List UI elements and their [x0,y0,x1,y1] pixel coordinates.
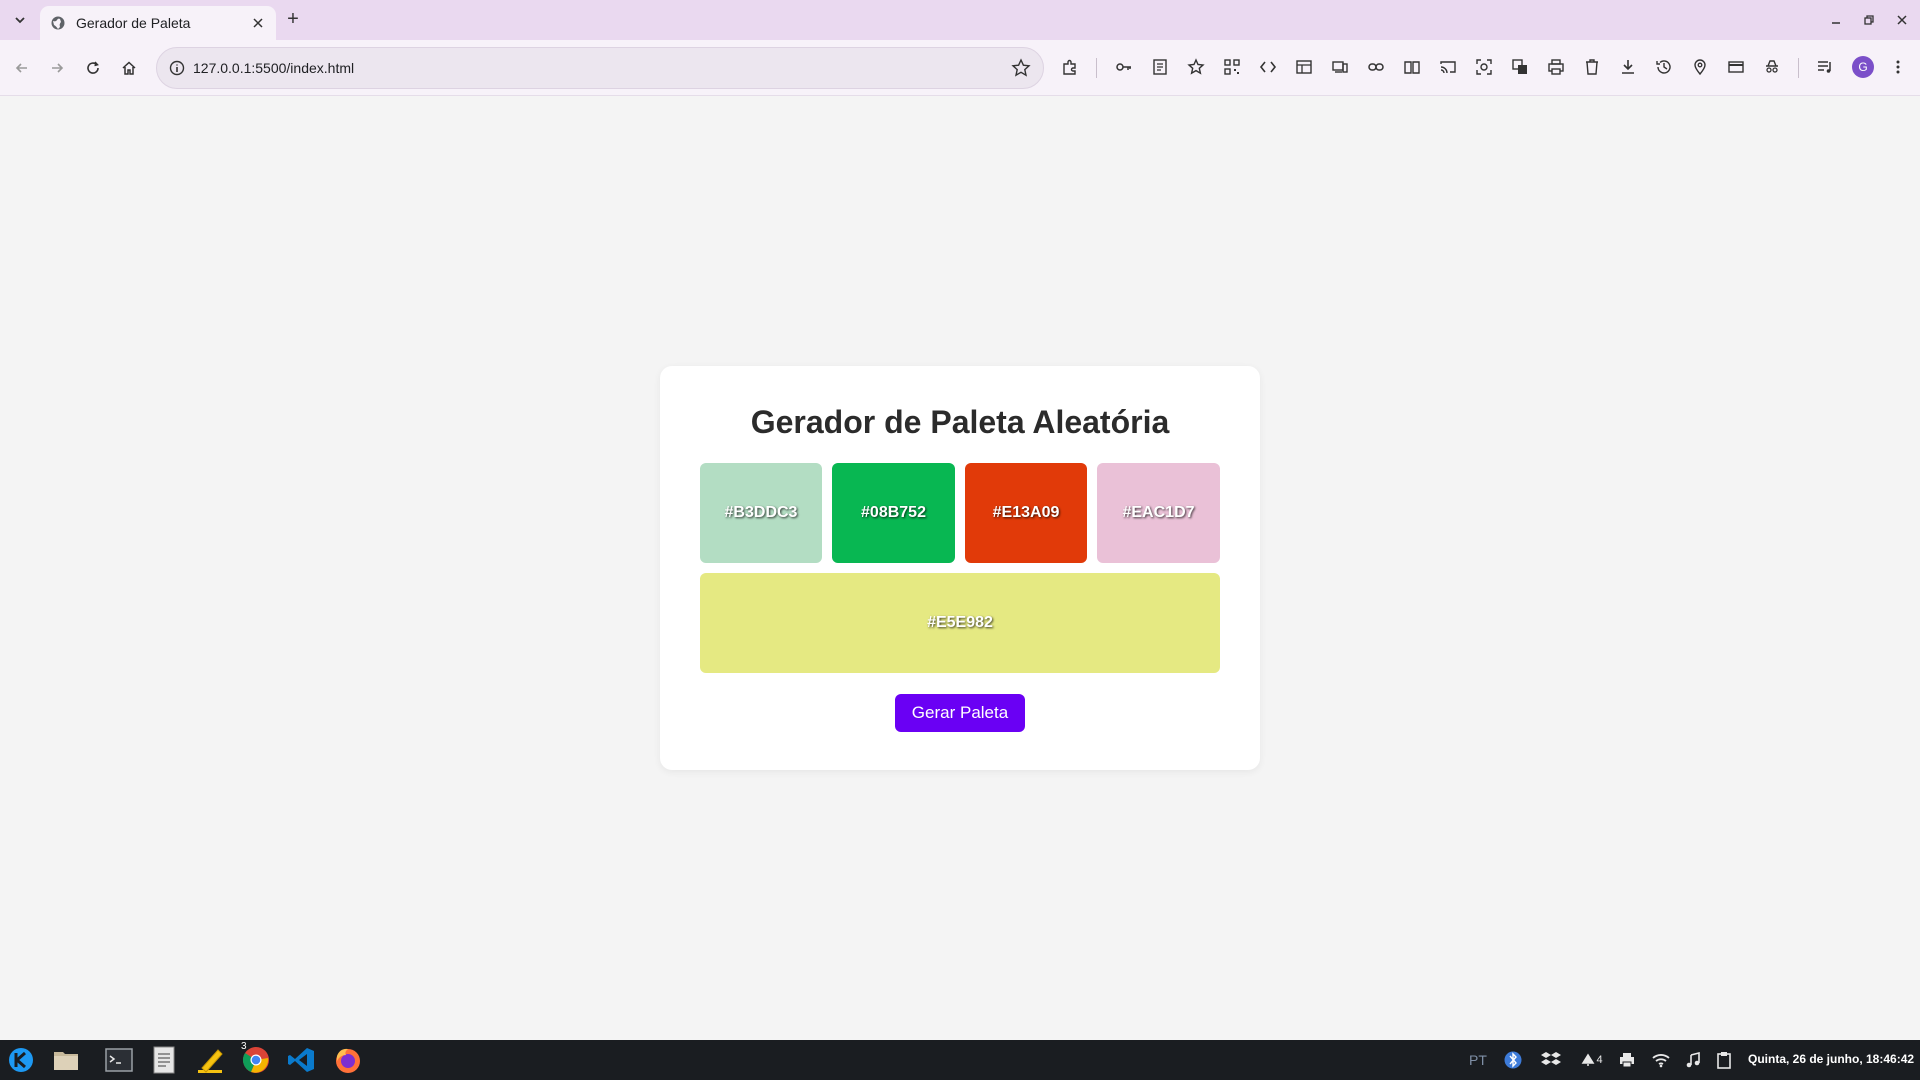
link-icon[interactable] [1365,56,1387,78]
system-clock[interactable]: Quinta, 26 de junho, 18:46:42 [1748,1052,1914,1066]
home-icon[interactable] [115,54,143,82]
code-brackets-icon[interactable] [1257,56,1279,78]
location-pin-icon[interactable] [1689,56,1711,78]
page-viewport: Gerador de Paleta Aleatória #B3DDC3 #08B… [0,97,1920,1039]
address-bar[interactable]: 127.0.0.1:5500/index.html [156,47,1044,89]
notes-pencil-icon[interactable] [195,1045,225,1075]
color-swatch-3[interactable]: #E13A09 [965,463,1087,563]
print-icon[interactable] [1545,56,1567,78]
cast-icon[interactable] [1437,56,1459,78]
tab-active[interactable]: Gerador de Paleta [40,6,276,40]
globe-icon [51,16,65,30]
bookmarks-star-icon[interactable] [1185,56,1207,78]
history-icon[interactable] [1653,56,1675,78]
chrome-icon[interactable]: 3 [241,1041,271,1075]
profile-avatar[interactable]: G [1852,56,1874,78]
chrome-window-badge: 3 [241,1041,247,1052]
media-queue-icon[interactable] [1814,56,1836,78]
palette-card: Gerador de Paleta Aleatória #B3DDC3 #08B… [660,366,1260,770]
notifications-icon[interactable]: 4 [1578,1050,1606,1070]
keyboard-language[interactable]: PT [1466,1050,1490,1070]
screenshot-icon[interactable] [1473,56,1495,78]
tab-strip: Gerador de Paleta + [0,0,1920,40]
translate-icon[interactable] [1509,56,1531,78]
terminal-icon[interactable] [104,1045,134,1075]
kde-launcher-icon[interactable] [6,1045,36,1075]
payment-card-icon[interactable] [1725,56,1747,78]
url-text[interactable]: 127.0.0.1:5500/index.html [193,60,354,76]
browser-toolbar: 127.0.0.1:5500/index.html G [0,40,1920,96]
extensions-puzzle-icon[interactable] [1059,56,1081,78]
close-window-icon[interactable] [1890,8,1914,32]
site-info-icon[interactable] [169,60,185,76]
bluetooth-icon[interactable] [1503,1050,1523,1070]
download-icon[interactable] [1617,56,1639,78]
page-title: Gerador de Paleta Aleatória [750,404,1170,440]
reload-icon[interactable] [79,54,107,82]
wifi-icon[interactable] [1651,1050,1671,1070]
music-note-icon[interactable] [1683,1050,1703,1070]
minimize-icon[interactable] [1824,8,1848,32]
reader-mode-icon[interactable] [1401,56,1423,78]
bookmark-star-icon[interactable] [1011,58,1031,78]
color-swatch-5[interactable]: #E5E982 [700,573,1220,673]
toolbar-separator [1798,58,1799,78]
dropbox-icon[interactable] [1540,1050,1562,1070]
file-manager-icon[interactable] [51,1045,81,1075]
new-tab-button[interactable]: + [282,9,304,31]
reading-list-icon[interactable] [1149,56,1171,78]
taskbar: 3 PT 4 Quinta, 26 de junho, 18:46:42 [0,1040,1920,1080]
qr-code-icon[interactable] [1221,56,1243,78]
notifications-count: 4 [1596,1054,1603,1066]
color-swatch-4[interactable]: #EAC1D7 [1097,463,1220,563]
toolbar-separator [1096,58,1097,78]
back-icon[interactable] [8,54,36,82]
tab-title: Gerador de Paleta [76,15,191,31]
key-icon[interactable] [1113,56,1135,78]
vscode-icon[interactable] [286,1045,316,1075]
devices-icon[interactable] [1329,56,1351,78]
menu-kebab-icon[interactable] [1887,56,1909,78]
color-swatch-1[interactable]: #B3DDC3 [700,463,822,563]
restore-icon[interactable] [1857,8,1881,32]
close-tab-icon[interactable] [250,15,266,31]
tab-search-dropdown-icon[interactable] [10,10,30,30]
trash-icon[interactable] [1581,56,1603,78]
table-icon[interactable] [1293,56,1315,78]
generate-palette-button[interactable]: Gerar Paleta [895,694,1025,732]
firefox-icon[interactable] [333,1045,363,1075]
incognito-icon[interactable] [1761,56,1783,78]
printer-icon[interactable] [1617,1050,1637,1070]
color-swatch-2[interactable]: #08B752 [832,463,955,563]
forward-icon[interactable] [43,54,71,82]
clipboard-icon[interactable] [1714,1050,1734,1070]
text-editor-icon[interactable] [149,1045,179,1075]
